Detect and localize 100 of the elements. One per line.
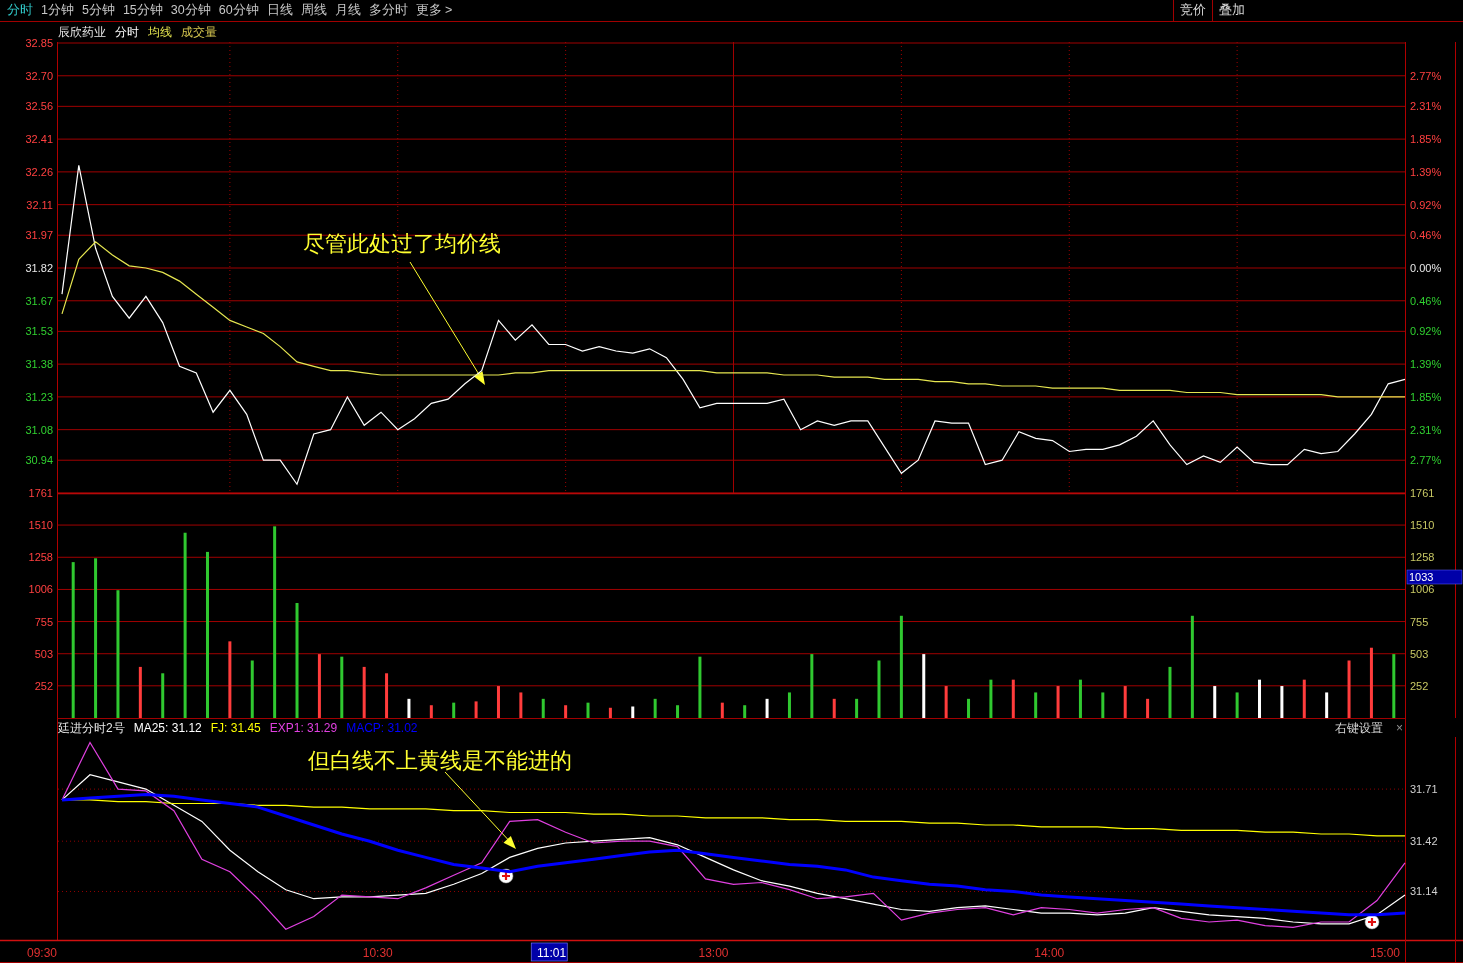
annotation-text: 尽管此处过了均价线: [303, 231, 501, 256]
volume-bar: [1011, 679, 1015, 718]
settings-button[interactable]: 右键设置: [1333, 719, 1385, 737]
volume-bar: [922, 654, 926, 718]
volume-bar: [1302, 679, 1306, 718]
timeframe-tab[interactable]: 分时: [3, 2, 37, 19]
percent-axis-label: 0.00%: [1410, 262, 1442, 274]
price-axis-label: 32.70: [25, 69, 53, 82]
price-axis-label: 32.85: [25, 37, 53, 49]
volume-bar: [989, 679, 993, 718]
annotation-text: 但白线不上黄线是不能进的: [308, 748, 572, 773]
volume-bar: [1056, 686, 1060, 718]
percent-axis-label: 2.77%: [1410, 454, 1442, 467]
volume-axis-label: 1510: [1410, 519, 1435, 532]
time-label: 10:30: [362, 946, 393, 960]
volume-bar: [1347, 660, 1351, 718]
percent-axis-label: 2.31%: [1410, 423, 1442, 436]
volume-bar: [1123, 686, 1127, 718]
price-axis-label: 31.53: [25, 325, 53, 338]
legend-label: EXP1: 31.29: [269, 721, 338, 735]
percent-axis-label: 0.46%: [1410, 229, 1442, 242]
indicator-axis-label: 31.42: [1410, 835, 1438, 848]
volume-axis-label: 1258: [1410, 551, 1435, 564]
timeframe-tab[interactable]: 30分钟: [166, 2, 215, 19]
price-axis-label: 31.97: [25, 229, 53, 242]
volume-bar: [362, 666, 366, 718]
indicator-axis-label: 31.14: [1410, 885, 1438, 898]
percent-axis-label: 1.85%: [1410, 390, 1442, 403]
timeframe-tab[interactable]: 多分时: [364, 2, 412, 19]
price-axis-label: 32.41: [25, 133, 53, 146]
volume-bar: [720, 702, 724, 718]
volume-axis-label: 252: [1410, 679, 1429, 692]
volume-bar: [653, 698, 657, 718]
volume-bar: [743, 705, 747, 718]
volume-bar: [698, 656, 702, 718]
timeframe-tab[interactable]: 日线: [262, 2, 297, 19]
price-axis-label: 31.23: [25, 390, 53, 403]
volume-axis-label: 1761: [28, 487, 53, 499]
volume-bar: [787, 692, 791, 718]
legend-label: 均线: [148, 23, 172, 41]
volume-bar: [429, 705, 433, 718]
toolbar-button[interactable]: 叠加: [1212, 0, 1251, 21]
plus-marker-icon: [1364, 914, 1380, 930]
volume-axis-label: 755: [34, 615, 53, 628]
percent-axis-label: 2.77%: [1410, 69, 1442, 82]
volume-bar: [631, 706, 635, 718]
volume-bar: [967, 698, 971, 718]
percent-axis-label: 0.92%: [1410, 198, 1442, 211]
price-axis-label: 30.94: [25, 454, 53, 467]
legend-label: 成交量: [181, 23, 217, 41]
timeframe-tab[interactable]: 60分钟: [214, 2, 263, 19]
toolbar-button[interactable]: 竞价: [1173, 0, 1212, 21]
volume-axis-label: 1761: [1410, 487, 1435, 499]
volume-bar: [676, 705, 680, 718]
volume-bar: [810, 654, 814, 718]
price-axis-label: 32.56: [25, 100, 53, 113]
volume-bar: [1235, 692, 1239, 718]
time-label: 15:00: [1369, 946, 1400, 960]
close-button[interactable]: ×: [1394, 721, 1405, 735]
percent-axis-label: 0.46%: [1410, 294, 1442, 307]
volume-bar: [855, 698, 859, 718]
volume-axis-label: 1258: [28, 551, 53, 564]
volume-bar: [1369, 647, 1373, 718]
volume-bar: [519, 692, 523, 718]
price-axis-label: 31.08: [25, 423, 53, 436]
timeframe-tab[interactable]: 15分钟: [118, 2, 167, 19]
volume-bar: [541, 698, 545, 718]
volume-bar: [452, 702, 456, 718]
price-axis-label: 31.67: [25, 294, 53, 307]
volume-bar: [1034, 692, 1038, 718]
plus-marker-icon: [498, 868, 514, 884]
percent-axis-label: 1.85%: [1410, 133, 1442, 146]
indicator-axis-label: 31.71: [1410, 783, 1438, 796]
timeframe-tab[interactable]: 更多 >: [411, 2, 457, 19]
legend-label: 分时: [115, 23, 139, 41]
legend-label: MA25: 31.12: [133, 721, 202, 735]
volume-bar: [385, 673, 389, 718]
time-label: 09:30: [26, 946, 57, 960]
time-label: 13:00: [698, 946, 729, 960]
volume-bar: [497, 686, 500, 718]
volume-bar: [317, 654, 321, 718]
indicator-name: 廷进分时2号: [58, 719, 125, 737]
price-axis-label: 31.38: [25, 358, 53, 371]
volume-bar: [1258, 679, 1261, 718]
volume-bar: [832, 698, 836, 718]
volume-bar: [608, 707, 612, 718]
stock-name: 辰欣药业: [58, 23, 106, 41]
timeframe-tab[interactable]: 1分钟: [37, 2, 78, 19]
volume-axis-label: 1006: [28, 583, 53, 596]
timeframe-tab[interactable]: 周线: [296, 2, 331, 19]
percent-axis-label: 1.39%: [1410, 165, 1442, 178]
percent-axis-label: 2.31%: [1410, 100, 1442, 113]
current-volume-label: 1033: [1406, 569, 1463, 585]
volume-axis-label: 755: [1410, 615, 1429, 628]
timeframe-tab[interactable]: 5分钟: [77, 2, 119, 19]
volume-bar: [877, 660, 881, 718]
timeframe-tab[interactable]: 月线: [330, 2, 365, 19]
price-axis-label: 31.82: [25, 262, 53, 274]
volume-bar: [765, 698, 769, 718]
time-label: 14:00: [1034, 946, 1065, 960]
